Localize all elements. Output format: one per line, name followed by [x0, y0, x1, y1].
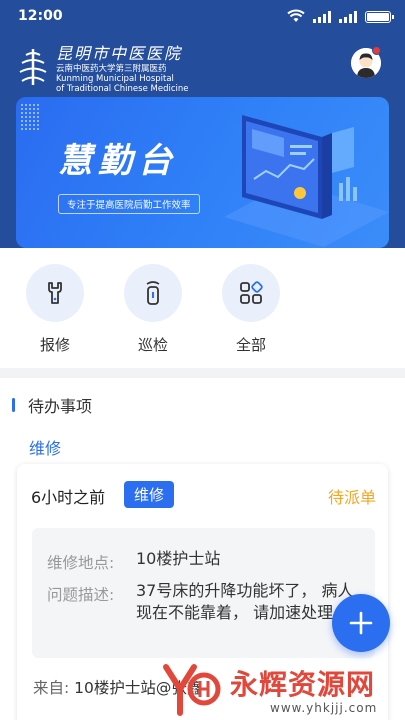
hospital-brand: 昆明市中医医院 云南中医药大学第三附属医药 Kunming Municipal … [16, 40, 189, 94]
location-label: 维修地点: [47, 554, 115, 572]
watermark-url: www.yhkjjj.com [270, 701, 378, 715]
watermark: 永辉资源网 www.yhkjjj.com [160, 657, 405, 720]
section-title: 待办事项 [28, 397, 93, 416]
banner-subtitle: 专注于提高医院后勤工作效率 [58, 194, 200, 214]
location-value: 10楼护士站 [136, 549, 221, 568]
problem-label: 问题描述: [47, 586, 115, 604]
quick-actions: 报修 巡检 全部 [0, 248, 405, 368]
promo-banner[interactable]: 慧勤台 专注于提高医院后勤工作效率 [16, 97, 389, 248]
hospital-name-en-2: of Traditional Chinese Medicine [56, 84, 189, 94]
from-label: 来自: [33, 679, 70, 697]
wifi-icon [287, 9, 305, 22]
banner-dots-decoration [20, 103, 40, 131]
watermark-logo-icon [163, 664, 221, 716]
quick-action-label: 报修 [39, 336, 70, 354]
quick-action-label: 全部 [235, 336, 266, 354]
plus-icon [349, 611, 373, 635]
dashboard-illustration-icon [224, 115, 389, 247]
quick-action-inspection[interactable]: 巡检 [123, 264, 183, 355]
banner-title: 慧勤台 [58, 141, 178, 181]
quick-action-repair[interactable]: 报修 [25, 264, 85, 355]
card-status: 待派单 [327, 488, 376, 507]
hospital-name-en-1: Kunming Municipal Hospital [56, 74, 174, 84]
card-time: 6小时之前 [31, 488, 106, 507]
hospital-logo-icon [19, 49, 47, 85]
card-detail: 维修地点: 10楼护士站 问题描述: 37号床的升降功能坏了， 病人现在不能靠着… [32, 528, 375, 658]
wrench-icon [48, 282, 62, 304]
status-time: 12:00 [18, 8, 63, 24]
status-icons [287, 9, 394, 23]
card-type-tag: 维修 [124, 481, 175, 508]
signal-icon-2 [339, 11, 357, 23]
watermark-text: 永辉资源网 [230, 668, 376, 701]
signal-icon [313, 11, 331, 23]
add-button[interactable] [332, 594, 390, 652]
inspection-device-icon [146, 281, 160, 305]
section-marker [12, 398, 15, 412]
app-header: 12:00 昆明市中医医院 云南中医药大学第三附属医药 Kunming Muni… [0, 0, 405, 248]
quick-action-all[interactable]: 全部 [221, 264, 281, 355]
hospital-name-cn: 昆明市中医医院 [56, 44, 183, 63]
todo-category[interactable]: 维修 [29, 435, 61, 459]
battery-icon [365, 11, 394, 23]
quick-action-label: 巡检 [137, 336, 168, 354]
hospital-affiliation: 云南中医药大学第三附属医药 [56, 64, 167, 74]
grid-apps-icon [240, 281, 263, 304]
status-bar: 12:00 [0, 0, 405, 34]
notification-dot [372, 46, 381, 55]
